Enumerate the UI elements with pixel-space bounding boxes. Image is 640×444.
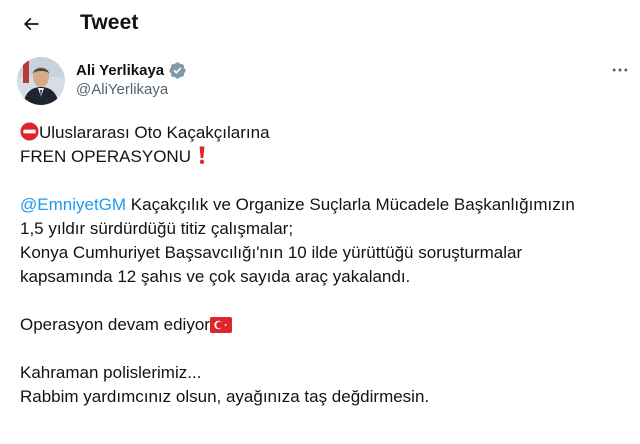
tweet-line-9: Rabbim yardımcınız olsun, ayağınıza taş …	[20, 387, 430, 406]
author-name[interactable]: Ali Yerlikaya	[76, 62, 164, 79]
tweet-line-1-text: Uluslararası Oto Kaçakçılarına	[39, 123, 270, 142]
back-button[interactable]	[14, 7, 48, 41]
tweet-page: Tweet Ali Yerlikaya @AliYerlikaya Ulusla…	[0, 0, 640, 444]
red-exclamation-emoji	[196, 145, 208, 172]
more-options-button[interactable]	[605, 58, 635, 82]
tweet-line-5: Konya Cumhuriyet Başsavcılığı'nın 10 ild…	[20, 243, 523, 262]
tweet-line-2: FREN OPERASYONU	[20, 145, 632, 169]
tweet-line-4: 1,5 yıldır sürdürdüğü titiz çalışmalar;	[20, 219, 294, 238]
turkey-flag-emoji	[209, 316, 232, 340]
tweet-line-6: kapsamında 12 şahıs ve çok sayıda araç y…	[20, 267, 411, 286]
tweet-line-7: Operasyon devam ediyor	[20, 313, 632, 337]
page-title: Tweet	[80, 11, 139, 34]
verified-badge-icon	[168, 61, 187, 80]
author-name-row: Ali Yerlikaya	[76, 59, 187, 81]
tweet-line-2-text: FREN OPERASYONU	[20, 147, 191, 166]
tweet-line-7-text: Operasyon devam ediyor	[20, 315, 210, 334]
avatar-image	[17, 57, 65, 105]
more-horizontal-icon	[612, 68, 628, 72]
tweet-text: Uluslararası Oto Kaçakçılarına FREN OPER…	[20, 121, 632, 409]
tweet-line-1: Uluslararası Oto Kaçakçılarına	[20, 121, 632, 145]
tweet-line-3-text: Kaçakçılık ve Organize Suçlarla Mücadele…	[126, 195, 575, 214]
author-avatar[interactable]	[17, 57, 65, 105]
author-handle[interactable]: @AliYerlikaya	[76, 81, 168, 98]
mention-link[interactable]: @EmniyetGM	[20, 195, 126, 214]
top-bar: Tweet	[0, 0, 640, 48]
tweet-line-8: Kahraman polislerimiz...	[20, 363, 202, 382]
tweet-line-3: @EmniyetGM Kaçakçılık ve Organize Suçlar…	[20, 193, 632, 217]
arrow-left-icon	[23, 17, 39, 31]
